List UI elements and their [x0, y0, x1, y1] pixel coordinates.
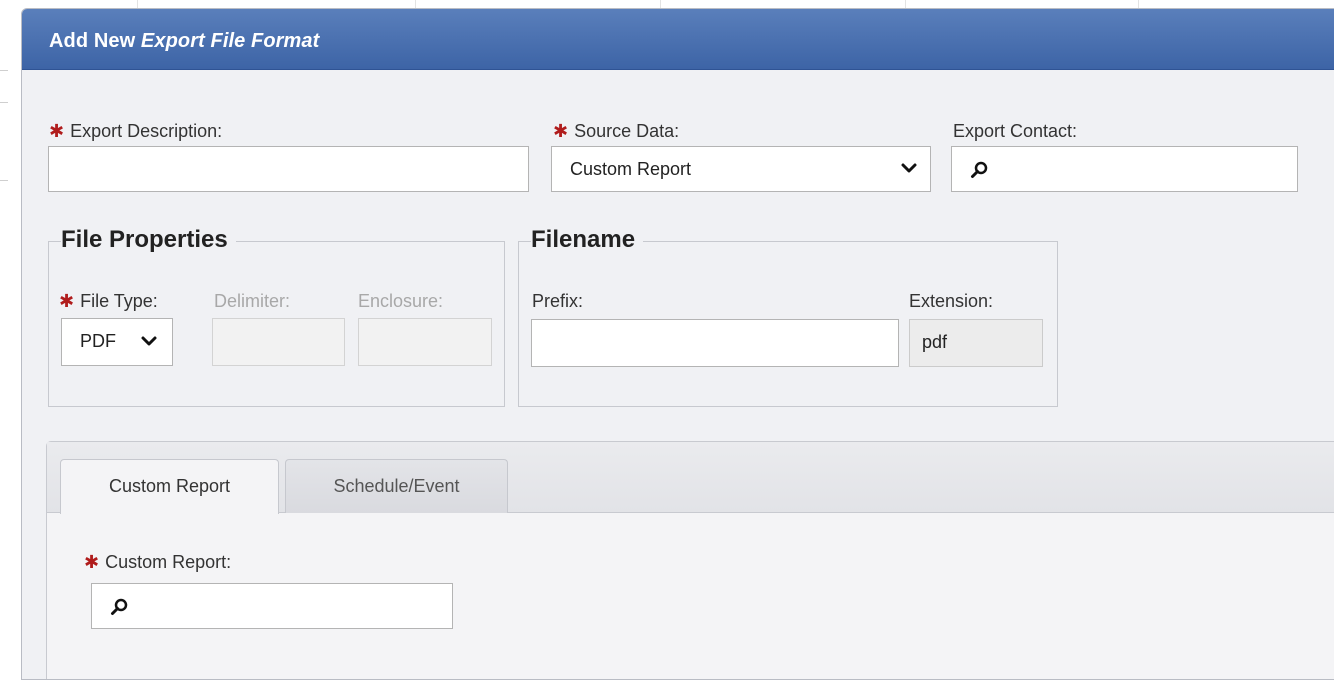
tab-schedule-event[interactable]: Schedule/Event — [285, 459, 508, 513]
title-prefix: Add New — [49, 30, 141, 52]
filename-legend: Filename — [531, 226, 644, 254]
delimiter-input[interactable] — [212, 318, 345, 366]
extension-field: pdf — [909, 319, 1043, 367]
dialog-title: Add New Export File Format — [49, 30, 319, 53]
grid-line — [1138, 0, 1139, 8]
required-marker: ✱ — [49, 121, 65, 141]
extension-label: Extension: — [909, 291, 994, 311]
prefix-label: Prefix: — [532, 291, 584, 311]
file-type-label-text: File Type: — [80, 291, 158, 311]
export-contact-input[interactable] — [951, 146, 1298, 192]
required-marker: ✱ — [59, 291, 75, 311]
enclosure-input[interactable] — [358, 318, 492, 366]
export-description-input[interactable] — [48, 146, 529, 192]
strip-mark — [0, 180, 8, 181]
magnifier-icon[interactable] — [970, 160, 990, 180]
title-italic: Export File Format — [140, 30, 320, 52]
source-data-value: Custom Report — [570, 159, 692, 179]
chevron-down-icon — [901, 163, 917, 173]
grid-line — [415, 0, 416, 8]
grid-line — [905, 0, 906, 8]
strip-mark — [0, 102, 8, 103]
background-left-strip — [0, 70, 8, 668]
enclosure-label: Enclosure: — [358, 291, 444, 311]
source-data-label-text: Source Data: — [574, 121, 680, 141]
tab-custom-report[interactable]: Custom Report — [60, 459, 279, 514]
tab-custom-report-label: Custom Report — [108, 476, 231, 496]
source-data-label: ✱ Source Data: — [553, 121, 679, 142]
export-description-label: ✱ Export Description: — [49, 121, 222, 142]
strip-mark — [0, 70, 8, 71]
custom-report-input[interactable] — [91, 583, 453, 629]
custom-report-label-text: Custom Report: — [105, 552, 232, 572]
grid-line — [660, 0, 661, 8]
delimiter-label: Delimiter: — [214, 291, 291, 311]
magnifier-icon[interactable] — [110, 597, 130, 617]
export-description-label-text: Export Description: — [70, 121, 223, 141]
tab-panel: Custom Report Schedule/Event ✱ Custom Rep… — [46, 441, 1334, 679]
prefix-input[interactable] — [531, 319, 899, 367]
tab-schedule-event-label: Schedule/Event — [333, 476, 460, 496]
file-properties-legend: File Properties — [61, 226, 236, 254]
chevron-down-icon — [141, 336, 157, 346]
background-grid — [0, 0, 1334, 8]
export-contact-label: Export Contact: — [953, 121, 1078, 141]
dialog-titlebar[interactable]: Add New Export File Format — [22, 9, 1334, 70]
custom-report-label: ✱ Custom Report: — [84, 552, 231, 573]
file-type-label: ✱ File Type: — [59, 291, 158, 312]
file-type-select[interactable]: PDF — [61, 318, 173, 366]
source-data-select[interactable]: Custom Report — [551, 146, 931, 192]
export-format-dialog: Add New Export File Format ✱ Export Descr… — [21, 8, 1334, 680]
file-type-value: PDF — [80, 331, 116, 351]
tab-strip: Custom Report Schedule/Event — [47, 442, 1334, 514]
required-marker: ✱ — [553, 121, 569, 141]
required-marker: ✱ — [84, 552, 100, 572]
grid-line — [137, 0, 138, 8]
extension-value: pdf — [922, 332, 948, 352]
